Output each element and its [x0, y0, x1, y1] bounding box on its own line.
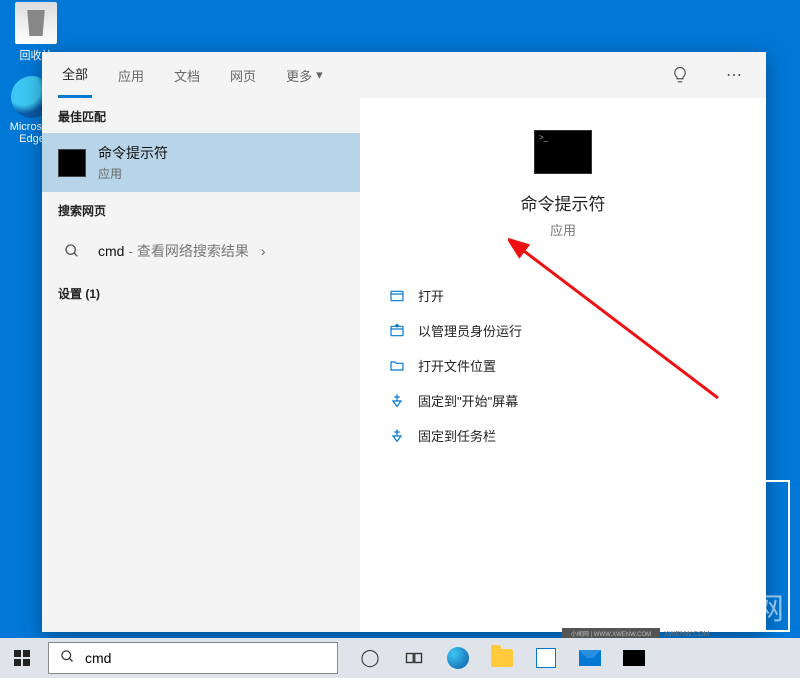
tab-all[interactable]: 全部 [58, 52, 92, 98]
taskbar: ◯ [0, 638, 800, 678]
task-view-icon [405, 649, 423, 667]
terminal-icon [623, 650, 645, 666]
watermark-text: 小闻网 [686, 584, 788, 628]
recycle-bin-icon [15, 2, 57, 44]
action-run-admin-label: 以管理员身份运行 [418, 321, 522, 340]
chevron-down-icon: ▾ [316, 67, 323, 83]
web-suffix: - 查看网络搜索结果 [124, 243, 248, 259]
taskbar-terminal[interactable] [612, 638, 656, 678]
credit-text: XWENW.COM [664, 631, 710, 638]
admin-icon [388, 322, 406, 340]
tab-apps[interactable]: 应用 [114, 54, 148, 97]
feedback-icon [671, 66, 689, 84]
circle-icon: ◯ [360, 648, 379, 668]
action-pin-start-label: 固定到"开始"屏幕 [418, 391, 518, 410]
detail-app-icon [534, 130, 592, 174]
taskbar-edge[interactable] [436, 638, 480, 678]
task-view-button[interactable] [392, 638, 436, 678]
mail-icon [579, 650, 601, 666]
cmd-icon [58, 149, 86, 177]
detail-sub: 应用 [550, 220, 576, 239]
search-icon [58, 237, 86, 265]
more-options-button[interactable]: ⋯ [718, 59, 750, 91]
search-input[interactable] [85, 650, 337, 666]
result-sub: 应用 [98, 165, 344, 182]
web-query: cmd [98, 243, 124, 259]
tab-more-label: 更多 [286, 66, 312, 85]
credit-bar: 小闻网 | WWW.XWENW.COM [562, 628, 660, 638]
action-pin-taskbar-label: 固定到任务栏 [418, 426, 496, 445]
folder-icon [388, 357, 406, 375]
detail-title: 命令提示符 [521, 190, 606, 215]
taskbar-search[interactable] [48, 642, 338, 674]
taskbar-store[interactable] [524, 638, 568, 678]
web-result-text: cmd - 查看网络搜索结果 [98, 241, 249, 261]
tab-docs[interactable]: 文档 [170, 54, 204, 97]
results-column: 最佳匹配 命令提示符 应用 搜索网页 cmd - 查看网络搜索结果 › [42, 98, 360, 632]
action-open-location[interactable]: 打开文件位置 [382, 348, 744, 383]
action-open-label: 打开 [418, 286, 444, 305]
action-open[interactable]: 打开 [382, 278, 744, 313]
pin-taskbar-icon [388, 427, 406, 445]
action-pin-taskbar[interactable]: 固定到任务栏 [382, 418, 744, 453]
tabs-row: 全部 应用 文档 网页 更多 ▾ ⋯ [42, 52, 766, 98]
result-web-cmd[interactable]: cmd - 查看网络搜索结果 › [42, 227, 360, 275]
taskbar-explorer[interactable] [480, 638, 524, 678]
store-icon [536, 648, 556, 668]
section-search-web: 搜索网页 [42, 192, 360, 227]
action-run-admin[interactable]: 以管理员身份运行 [382, 313, 744, 348]
edge-icon [447, 647, 469, 669]
result-title: 命令提示符 [98, 143, 344, 163]
folder-icon [491, 649, 513, 667]
start-button[interactable] [0, 638, 44, 678]
action-open-location-label: 打开文件位置 [418, 356, 496, 375]
chevron-right-icon: › [261, 243, 266, 259]
open-icon [388, 287, 406, 305]
feedback-button[interactable] [664, 59, 696, 91]
ellipsis-icon: ⋯ [726, 65, 742, 85]
tab-web[interactable]: 网页 [226, 54, 260, 97]
section-settings[interactable]: 设置 (1) [42, 275, 360, 310]
windows-icon [14, 650, 30, 666]
search-icon [49, 649, 85, 668]
result-cmd[interactable]: 命令提示符 应用 [42, 133, 360, 192]
tab-more[interactable]: 更多 ▾ [282, 54, 327, 97]
section-best-match: 最佳匹配 [42, 98, 360, 133]
action-pin-start[interactable]: 固定到"开始"屏幕 [382, 383, 744, 418]
pin-start-icon [388, 392, 406, 410]
taskbar-mail[interactable] [568, 638, 612, 678]
cortana-button[interactable]: ◯ [348, 638, 392, 678]
